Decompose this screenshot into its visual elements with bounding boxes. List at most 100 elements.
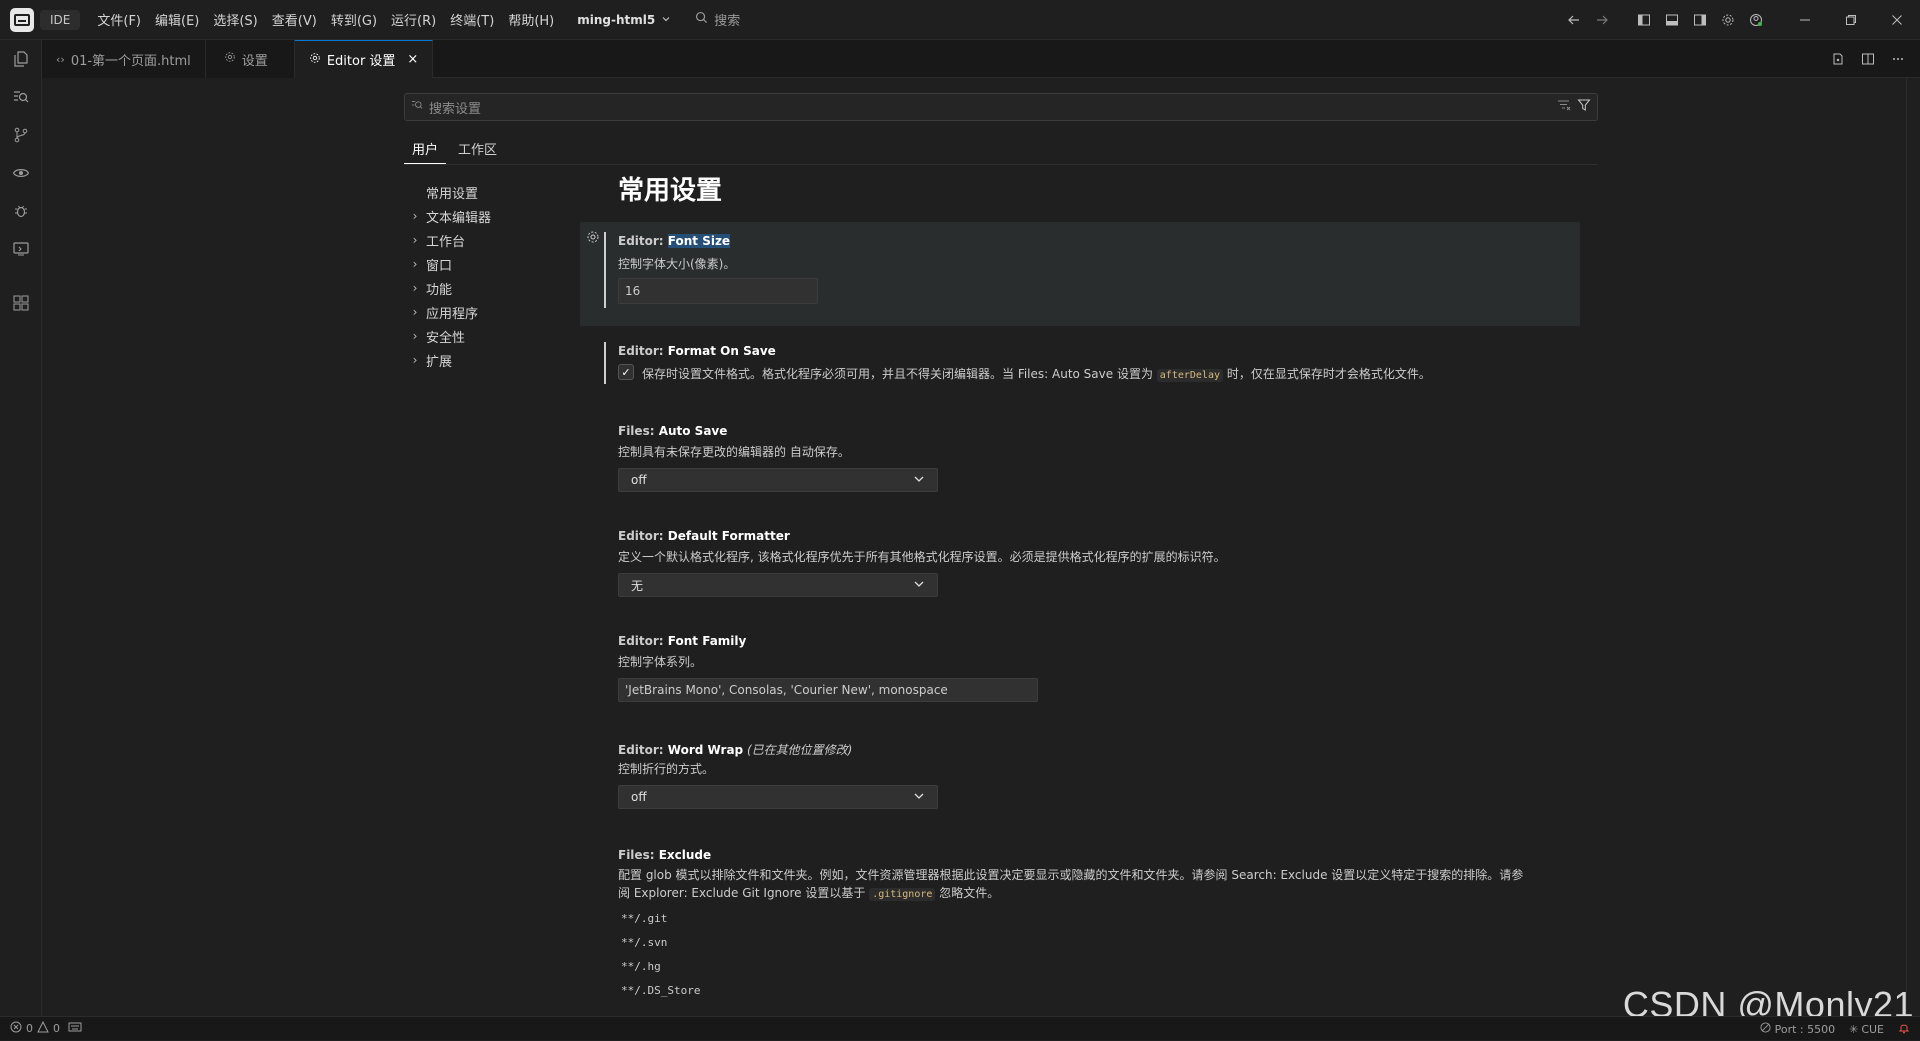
settings-editor: 搜索设置 用户 工作区 常用设置 › 文本编辑器 › 工作台 › 窗口 › 功能 › 应用… (42, 78, 1920, 1016)
menu-terminal[interactable]: 终端(T) (443, 6, 501, 33)
toc-label: 工作台 (426, 234, 466, 250)
menu-help[interactable]: 帮助(H) (501, 6, 561, 33)
toggle-secondary-sidebar-icon[interactable] (1686, 6, 1714, 34)
toc-item-window[interactable]: › 窗口 (404, 252, 564, 276)
status-right: Port : 5500 ✳ CUE (1760, 1017, 1910, 1041)
status-bar: 0 0 Port : 5500 ✳ CUE (0, 1016, 1920, 1040)
split-editor-icon[interactable] (1854, 45, 1882, 73)
font-size-input[interactable]: 16 (618, 278, 818, 304)
tab-editor-settings[interactable]: Editor 设置 × (294, 40, 434, 78)
notifications-bell-icon[interactable] (1898, 1022, 1910, 1037)
project-selector[interactable]: ming-html5 (569, 9, 679, 31)
setting-name: Font Family (667, 634, 747, 648)
exclude-pattern[interactable]: **/.svn (621, 936, 667, 949)
toc-label: 常用设置 (426, 186, 479, 202)
modified-elsewhere-label[interactable]: (已在其他位置修改) (743, 743, 852, 757)
gear-icon (309, 52, 321, 68)
extensions-icon[interactable] (0, 284, 42, 322)
default-formatter-select[interactable]: 无 (618, 573, 938, 597)
debug-icon[interactable] (0, 192, 42, 230)
problems-status[interactable]: 0 0 (0, 1020, 82, 1036)
menu-view[interactable]: 查看(V) (265, 6, 324, 33)
tab-workspace[interactable]: 工作区 (450, 133, 505, 164)
toc-label: 扩展 (426, 354, 453, 370)
cue-label: CUE (1861, 1022, 1884, 1036)
tab-label: 01-第一个页面.html (70, 53, 191, 69)
exclude-pattern[interactable]: **/.hg (621, 960, 661, 973)
command-search[interactable]: 搜索 (689, 6, 746, 33)
clear-filter-icon[interactable] (1557, 98, 1571, 116)
setting-name: Exclude (658, 848, 712, 862)
setting-description: 控制折行的方式。 (618, 762, 715, 776)
tab-user[interactable]: 用户 (404, 133, 447, 164)
setting-title: Editor: Word Wrap (已在其他位置修改) (618, 741, 852, 758)
toc-item-text-editor[interactable]: › 文本编辑器 (404, 204, 564, 228)
tab-html-file[interactable]: ‹› 01-第一个页面.html (42, 40, 206, 78)
command-search-label: 搜索 (714, 14, 741, 29)
settings-toc: 常用设置 › 文本编辑器 › 工作台 › 窗口 › 功能 › 应用程序 › 安全性 › 扩展 (404, 180, 564, 372)
toc-item-extensions[interactable]: › 扩展 (404, 348, 564, 372)
toc-item-application[interactable]: › 应用程序 (404, 300, 564, 324)
warning-icon (37, 1020, 49, 1036)
arrow-right-icon[interactable] (1588, 6, 1616, 34)
setting-category: Editor: (618, 743, 668, 757)
section-title: 常用设置 (618, 176, 723, 206)
more-actions-icon[interactable] (1884, 45, 1912, 73)
error-count: 0 (26, 1022, 33, 1035)
menu-selection[interactable]: 选择(S) (206, 6, 264, 33)
cue-status[interactable]: ✳ CUE (1849, 1023, 1884, 1036)
editor-tab-bar: ‹› 01-第一个页面.html 设置 Editor 设置 × (42, 40, 1920, 78)
toc-label: 窗口 (426, 258, 453, 274)
menu-goto[interactable]: 转到(G) (324, 6, 384, 33)
open-settings-json-icon[interactable] (1824, 45, 1852, 73)
toc-item-common[interactable]: 常用设置 (404, 180, 564, 204)
word-wrap-select[interactable]: off (618, 785, 938, 809)
search-icon (695, 11, 708, 28)
menu-edit[interactable]: 编辑(E) (148, 6, 206, 33)
source-control-icon[interactable] (0, 116, 42, 154)
sparkle-icon: ✳ (1849, 1022, 1859, 1036)
live-server-port[interactable]: Port : 5500 (1760, 1022, 1835, 1036)
remote-explorer-icon[interactable] (0, 230, 42, 268)
setting-title: Editor: Format On Save (618, 344, 776, 358)
check-icon: ✓ (621, 365, 631, 379)
title-bar-actions (1560, 0, 1920, 40)
chevron-down-icon (913, 473, 925, 488)
settings-search-input[interactable]: 搜索设置 (404, 93, 1598, 121)
restore-icon[interactable] (1828, 0, 1874, 40)
setting-title: Files: Exclude (618, 848, 711, 862)
arrow-left-icon[interactable] (1560, 6, 1588, 34)
auto-save-select[interactable]: off (618, 468, 938, 492)
toc-item-workbench[interactable]: › 工作台 (404, 228, 564, 252)
toc-item-security[interactable]: › 安全性 (404, 324, 564, 348)
setting-auto-save: Files: Auto Save 控制具有未保存更改的编辑器的 自动保存。 of… (580, 418, 1620, 508)
toggle-panel-icon[interactable] (1658, 6, 1686, 34)
minimize-icon[interactable] (1782, 0, 1828, 40)
format-on-save-checkbox[interactable]: ✓ (618, 364, 634, 380)
vertical-scrollbar[interactable] (1906, 78, 1920, 1016)
exclude-pattern[interactable]: **/.git (621, 912, 667, 925)
exclude-pattern[interactable]: **/.DS_Store (621, 984, 700, 997)
gear-icon[interactable] (586, 230, 600, 248)
explorer-icon[interactable] (0, 40, 42, 78)
search-icon[interactable] (0, 78, 42, 116)
close-icon[interactable] (1874, 0, 1920, 40)
activity-bar (0, 40, 42, 1016)
keyboard-icon[interactable] (68, 1021, 82, 1036)
gear-icon[interactable] (1714, 6, 1742, 34)
toc-item-features[interactable]: › 功能 (404, 276, 564, 300)
menu-file[interactable]: 文件(F) (90, 6, 148, 33)
account-icon[interactable] (1742, 6, 1770, 34)
toggle-primary-sidebar-icon[interactable] (1630, 6, 1658, 34)
ide-label[interactable]: IDE (40, 9, 81, 30)
tab-settings[interactable]: 设置 (205, 40, 295, 78)
setting-name: Font Size (667, 234, 731, 248)
filter-icon[interactable] (1577, 98, 1591, 116)
chevron-right-icon: › (412, 305, 418, 319)
font-family-input[interactable]: 'JetBrains Mono', Consolas, 'Courier New… (618, 678, 1038, 702)
setting-title: Editor: Font Family (618, 634, 746, 648)
eye-icon[interactable] (0, 154, 42, 192)
menu-run[interactable]: 运行(R) (384, 6, 443, 33)
code-icon: ‹› (56, 52, 65, 66)
close-icon[interactable]: × (407, 52, 418, 67)
